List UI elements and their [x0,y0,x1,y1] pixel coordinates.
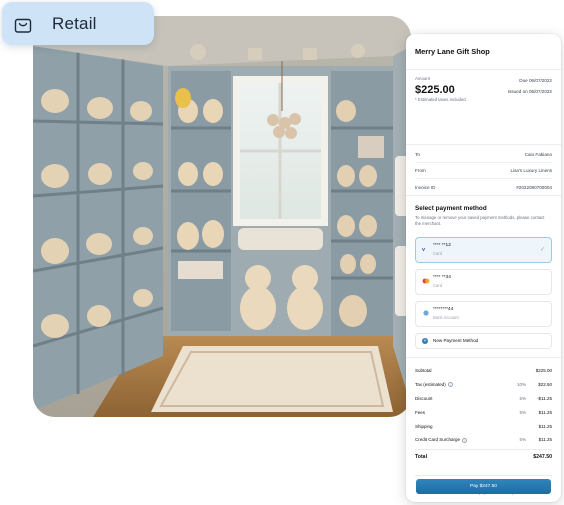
fees-label: Fees [415,409,426,415]
surcharge-row: Credit Card Surcharge i 5% $11.25 [415,433,552,447]
from-label: From [415,168,426,173]
fees-value: $11.25 [538,409,552,415]
surcharge-value: $11.25 [538,437,552,443]
subtotal-value: $225.00 [535,368,552,374]
retail-badge-label: Retail [52,13,97,33]
issued-date: Issued on 06/07/2022 [507,89,552,94]
pay-button[interactable]: Pay $247.50 [416,479,551,494]
payment-note: To manage or remove your saved payment m… [415,215,545,226]
invoice-id-row: Invoice ID #2022080700004 [415,179,552,195]
invoice-panel: Merry Lane Gift Shop Amount $225.00 * Es… [406,34,561,502]
fees-row: Fees 5% $11.25 [415,405,552,419]
payment-method-card-12[interactable]: V **** **12 Card ✓ [415,236,552,263]
discount-label: Discount [415,395,433,401]
tax-row: Tax (estimated) i 10% $22.50 [415,377,552,391]
discount-value: -$11.25 [537,395,552,401]
surcharge-percent: 5% [519,437,526,443]
payment-method-type: Bank Account [433,314,459,320]
payment-method-number: **** **34 [433,274,451,280]
visa-icon: V [422,247,425,252]
payment-method-bank-44[interactable]: ********44 Bank Account [415,300,552,327]
retail-badge[interactable]: Retail [2,2,154,45]
payment-title: Select payment method [415,205,487,212]
shipping-label: Shipping [415,423,433,429]
to-label: To [415,152,420,157]
shopping-bag-icon [14,18,32,33]
tax-percent: 10% [516,381,526,387]
payment-method-card-34[interactable]: **** **34 Card [415,268,552,295]
discount-percent: 5% [519,395,526,401]
invoice-header: Merry Lane Gift Shop [406,34,561,70]
store-photo [33,16,411,417]
info-icon[interactable]: i [462,437,468,443]
mastercard-icon [422,278,430,283]
discount-row: Discount 5% -$11.25 [415,391,552,405]
svg-text:V: V [422,247,425,252]
payment-method-type: Card [433,282,443,288]
totals-section: Subtotal $225.00 Tax (estimated) i 10% $2… [406,358,561,465]
new-payment-method-label: New Payment Method [433,338,479,344]
from-row: From Lisa's Luxury Linens [415,163,552,179]
due-date: Due 06/07/2022 [519,78,552,83]
payment-method-number: ********44 [433,306,454,312]
payment-method-number: **** **12 [433,242,451,248]
fees-percent: 5% [519,409,526,415]
store-photo-illustration [33,16,411,417]
invoice-details: To Caio Fabiano From Lisa's Luxury Linen… [406,145,561,196]
total-value: $247.50 [533,454,552,461]
info-icon[interactable]: i [447,382,453,388]
subtotal-row: Subtotal $225.00 [415,364,552,378]
shipping-row: Shipping $11.25 [415,419,552,433]
to-row: To Caio Fabiano [415,147,552,163]
from-value: Lisa's Luxury Linens [510,168,552,173]
to-value: Caio Fabiano [524,152,552,157]
tax-label: Tax (estimated) [415,381,446,387]
invoice-id-value: #2022080700004 [516,184,552,190]
payment-method-type: Card [433,250,443,256]
plus-icon: + [422,337,428,344]
new-payment-method-button[interactable]: + New Payment Method [415,332,552,349]
amount-note: * Estimated taxes included [415,97,466,102]
subtotal-label: Subtotal [415,368,432,374]
tax-value: $22.50 [538,381,552,387]
check-icon: ✓ [539,246,545,253]
total-label: Total [415,454,428,461]
shipping-value: $11.25 [538,423,552,429]
surcharge-label: Credit Card Surcharge [415,437,461,443]
invoice-id-label: Invoice ID [415,184,436,190]
invoice-summary: Amount $225.00 * Estimated taxes include… [406,70,561,145]
shop-name: Merry Lane Gift Shop [415,47,490,56]
bank-icon [423,309,429,316]
payment-method-section: Select payment method To manage or remov… [406,196,561,358]
total-row: Total $247.50 [415,448,552,465]
